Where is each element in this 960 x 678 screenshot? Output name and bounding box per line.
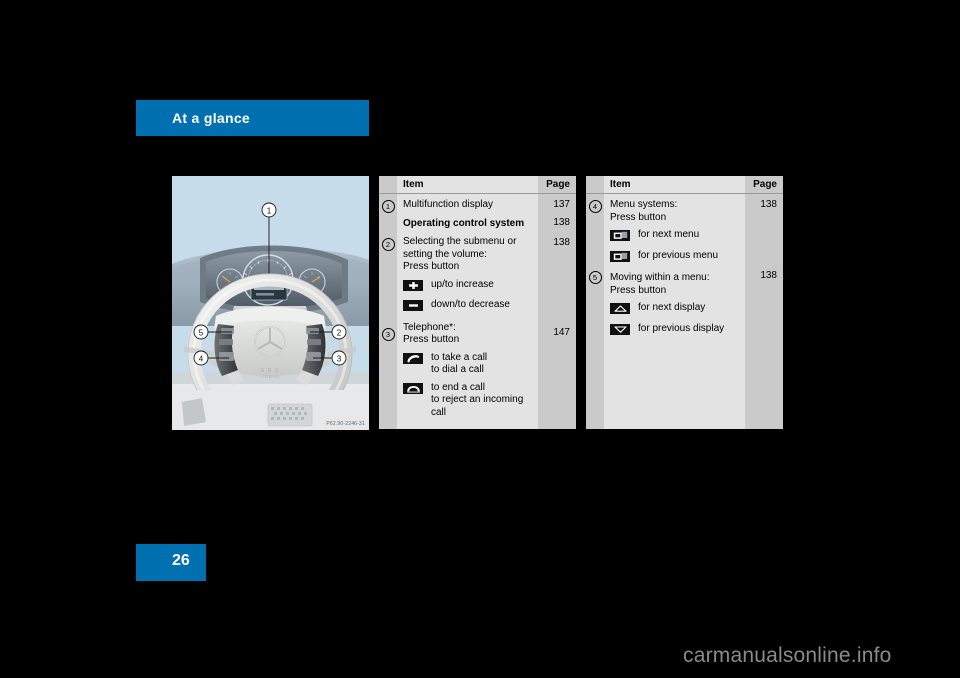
figure-caption: P62.90-2246-31	[326, 421, 365, 427]
page-reference: 138	[553, 217, 570, 228]
table-left-item-header: Item	[397, 176, 538, 194]
figure-callout-5: 5	[199, 328, 204, 337]
table-right-item-column: Item Menu systems: Press button for next…	[604, 176, 745, 429]
table-row: Multifunction display	[403, 199, 494, 210]
table-left-row-number: 1	[379, 200, 397, 213]
page-reference: 138	[553, 237, 570, 248]
page-reference: 147	[553, 327, 570, 338]
table-row-icon-next-display: for next display	[604, 302, 745, 318]
page-reference: 138	[760, 270, 777, 281]
table-left-number-header	[379, 176, 397, 194]
table-right-row-number: 5	[586, 271, 604, 284]
callout-badge: 5	[588, 271, 602, 284]
minus-icon	[403, 300, 423, 315]
callout-badge: 1	[381, 200, 395, 213]
phone-onhook-icon	[403, 382, 423, 398]
table-left-item-column: Item Multifunction display Operating con…	[397, 176, 538, 429]
table-row-icon-label: to take a call to dial a call	[431, 351, 488, 376]
table-row-icon-take-call: to take a call to dial a call	[397, 352, 538, 377]
table-row-icon-next-menu: for next menu	[604, 229, 745, 245]
table-right-row-number: 4	[586, 200, 604, 213]
previous-menu-icon	[610, 250, 630, 266]
table-row-icon-label: for next display	[638, 302, 706, 313]
item-page-table-right: 4 5 Item Menu systems: Press button for	[586, 176, 783, 429]
callout-badge: 3	[381, 328, 395, 341]
table-row-icon-label: for previous display	[638, 322, 725, 334]
table-right-page-header: Page	[745, 176, 783, 194]
table-row-icon-previous-menu: for previous menu	[604, 250, 745, 266]
table-row: Moving within a menu: Press button	[610, 272, 710, 296]
table-right-number-column: 4 5	[586, 176, 604, 429]
table-row-icon-label: to end a call to reject an incoming call	[431, 381, 524, 418]
plus-icon	[403, 279, 423, 295]
chapter-title: At a glance	[172, 110, 250, 126]
table-left-row-number: 2	[379, 238, 397, 251]
table-row-icon-previous-display: for previous display	[604, 323, 745, 339]
steering-wheel-illustration: 1 S R S AIRBAG 5 4 2 3	[172, 176, 369, 430]
table-right-item-header: Item	[604, 176, 745, 194]
table-left-number-column: 1 2 3	[379, 176, 397, 429]
steering-wheel-figure: 1 S R S AIRBAG 5 4 2 3 P62.90-2246-31	[172, 176, 369, 430]
table-row: Telephone*: Press button	[403, 321, 460, 346]
table-row-icon-label: up/to increase	[431, 278, 494, 290]
callout-badge: 4	[588, 200, 602, 213]
site-watermark: carmanualsonline.info	[683, 644, 892, 667]
page-reference: 138	[760, 199, 777, 210]
table-left-row-number: 3	[379, 328, 397, 341]
page-reference: 137	[553, 199, 570, 210]
table-row-icon-plus: up/to increase	[397, 279, 538, 295]
table-row: Operating control system	[403, 217, 525, 229]
item-page-table-left: 1 2 3 Item Multifunction display Operati…	[379, 176, 576, 429]
table-left-page-header: Page	[538, 176, 576, 194]
arrow-down-icon	[610, 323, 630, 339]
figure-callout-4: 4	[199, 354, 204, 363]
table-row: Menu systems: Press button	[610, 199, 678, 223]
figure-callout-1: 1	[267, 206, 272, 215]
callout-badge: 2	[381, 238, 395, 251]
table-right-number-header	[586, 176, 604, 194]
table-right-page-column: Page 138 138	[745, 176, 783, 429]
next-menu-icon	[610, 230, 630, 245]
page-number-tab	[136, 544, 206, 581]
table-row-icon-label: down/to decrease	[431, 299, 510, 310]
svg-text:AIRBAG: AIRBAG	[260, 374, 281, 379]
table-row-icon-end-call: to end a call to reject an incoming call	[397, 382, 538, 420]
page-number: 26	[172, 552, 190, 569]
table-row-icon-label: for next menu	[638, 229, 700, 240]
chapter-header-bar	[136, 100, 369, 136]
table-row: Selecting the submenu or setting the vol…	[403, 236, 517, 272]
phone-offhook-icon	[403, 352, 423, 368]
table-row-icon-minus: down/to decrease	[397, 299, 538, 315]
figure-callout-3: 3	[337, 354, 342, 363]
figure-callout-2: 2	[337, 328, 342, 337]
table-row-icon-label: for previous menu	[638, 249, 719, 261]
arrow-up-icon	[610, 303, 630, 318]
table-left-page-column: Page 137 138 138 147	[538, 176, 576, 429]
